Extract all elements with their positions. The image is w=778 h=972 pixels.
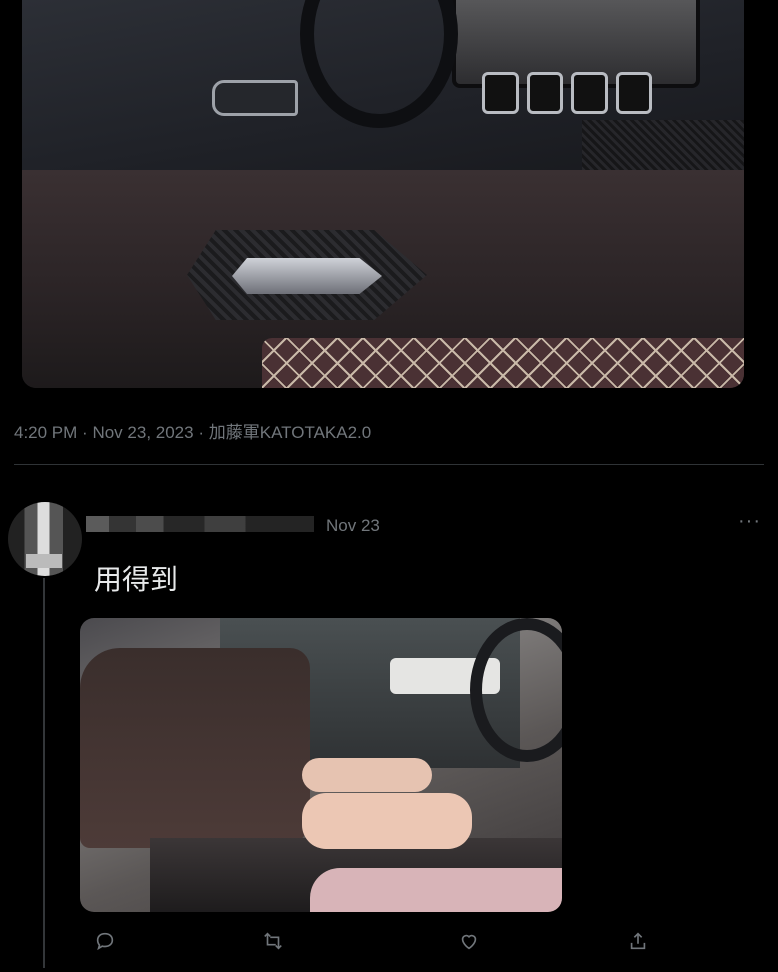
media-steering-wheel bbox=[300, 0, 458, 128]
media-hand bbox=[302, 758, 432, 792]
divider bbox=[14, 464, 764, 465]
reply-media-image[interactable] bbox=[80, 618, 562, 912]
meta-separator: · bbox=[82, 423, 88, 442]
action-bar bbox=[0, 926, 778, 956]
like-icon[interactable] bbox=[454, 926, 484, 956]
media-air-vents bbox=[482, 72, 652, 114]
thread-line bbox=[43, 578, 45, 968]
reply-text: 用得到 bbox=[94, 563, 179, 596]
tweet-media-image[interactable] bbox=[22, 0, 744, 388]
tweet-date[interactable]: Nov 23, 2023 bbox=[92, 423, 193, 442]
reply-date[interactable]: Nov 23 bbox=[326, 516, 380, 536]
media-hand bbox=[302, 793, 472, 849]
media-door-handle bbox=[212, 80, 298, 116]
media-console-insert bbox=[232, 258, 382, 294]
avatar[interactable] bbox=[8, 502, 82, 576]
tweet-meta: 4:20 PM · Nov 23, 2023 · 加藤軍KATOTAKA2.0 bbox=[14, 418, 371, 443]
retweet-icon[interactable] bbox=[258, 926, 288, 956]
media-sleeve bbox=[80, 648, 310, 848]
tweet-source: 加藤軍KATOTAKA2.0 bbox=[208, 423, 372, 442]
reply-author-name-blurred[interactable] bbox=[86, 516, 314, 532]
tweet-thread: 4:20 PM · Nov 23, 2023 · 加藤軍KATOTAKA2.0 … bbox=[0, 0, 778, 972]
meta-separator: · bbox=[198, 423, 204, 442]
more-horizontal-icon[interactable]: ··· bbox=[738, 510, 761, 533]
media-console-cover bbox=[310, 868, 562, 912]
share-icon[interactable] bbox=[623, 926, 653, 956]
tweet-time[interactable]: 4:20 PM bbox=[14, 423, 77, 442]
media-quilted-leather bbox=[262, 338, 744, 388]
reply-icon[interactable] bbox=[90, 926, 120, 956]
